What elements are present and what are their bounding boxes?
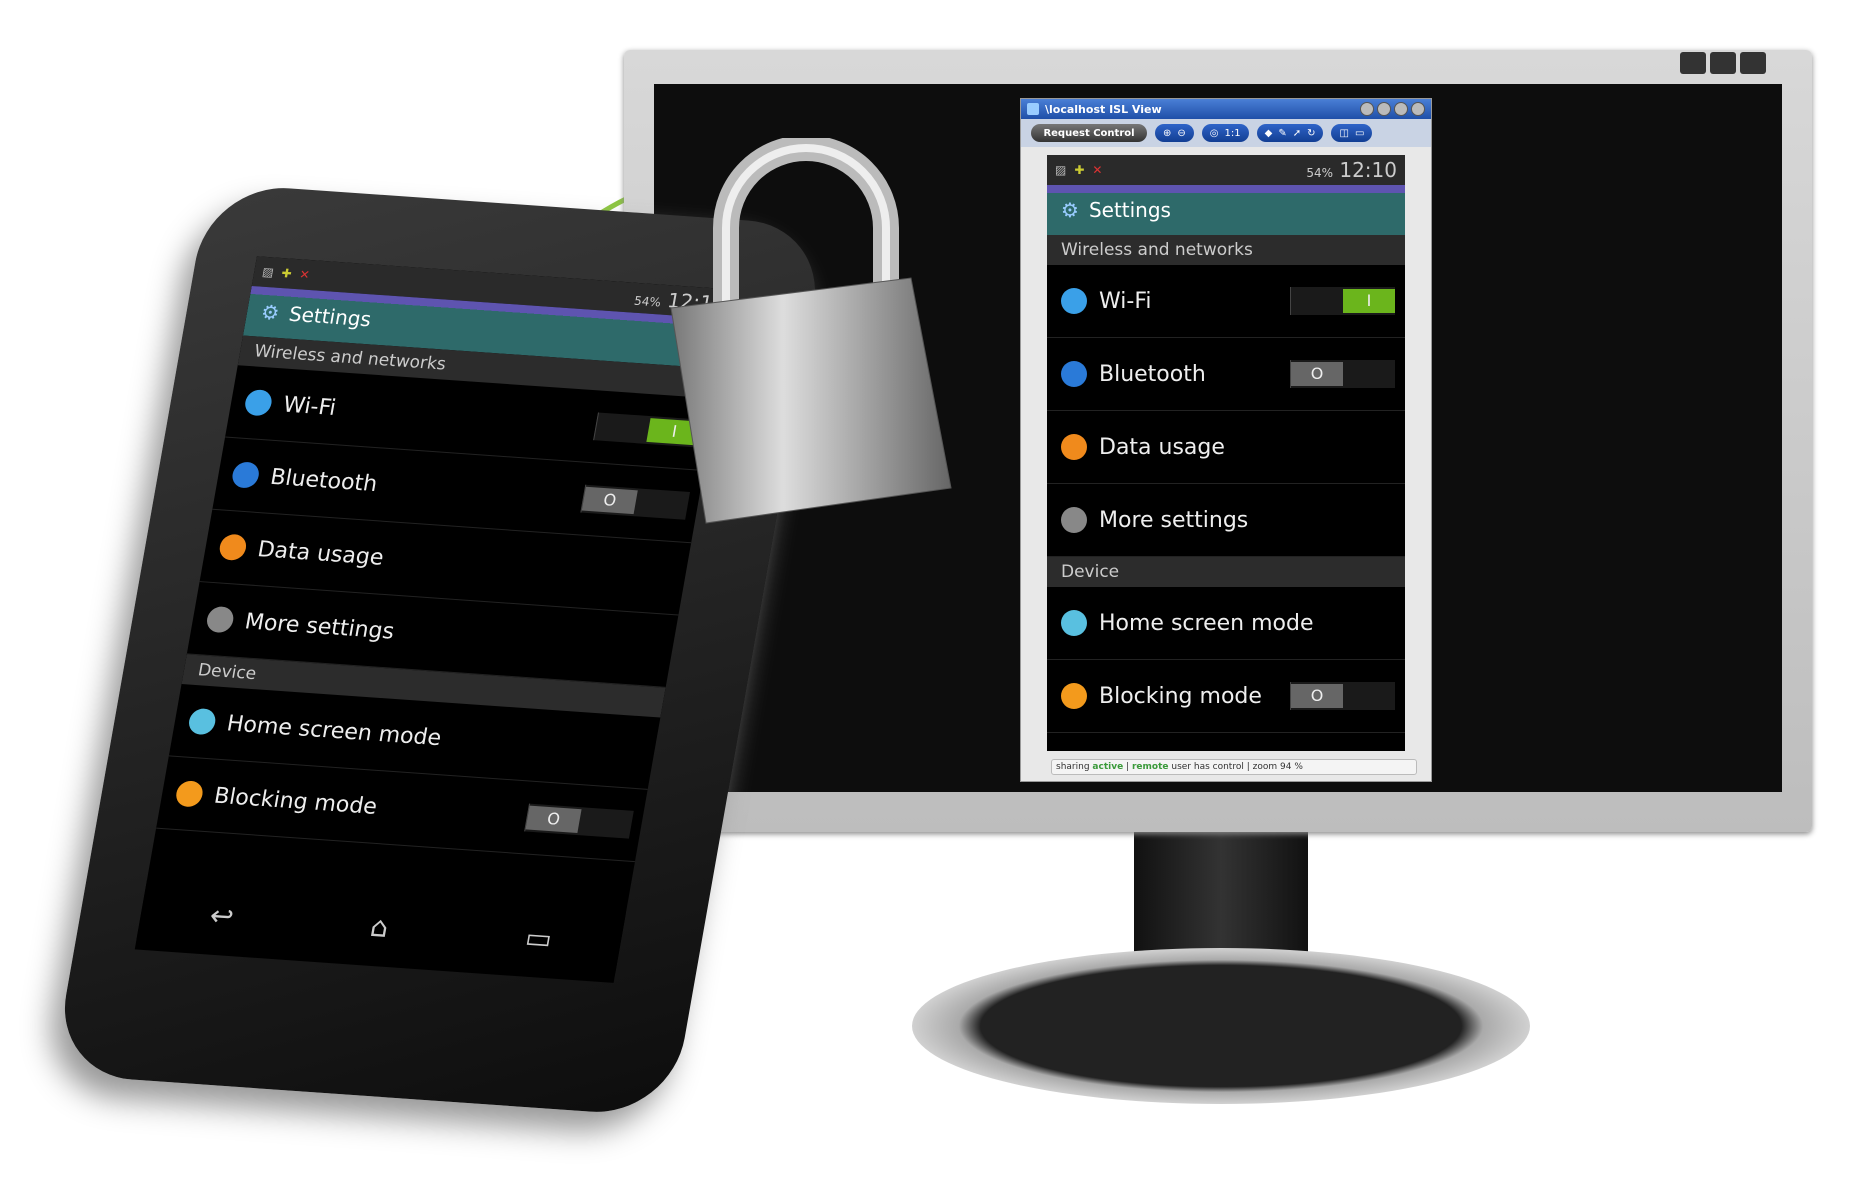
toolbar: Request Control ⊕ ⊖ ◎ 1:1 ◆ ✎ ➚ ↻ ◫ ▭ (1021, 119, 1431, 147)
request-control-button[interactable]: Request Control (1031, 124, 1147, 142)
title-bar: \localhost ISL View (1021, 99, 1431, 119)
data-usage-icon (1061, 434, 1087, 460)
refresh-icon[interactable]: ↻ (1307, 128, 1315, 139)
setting-data-usage[interactable]: Data usage (1047, 411, 1405, 484)
gallery-icon: ▨ (1055, 163, 1067, 177)
setting-bluetooth[interactable]: Bluetooth O (1047, 338, 1405, 411)
setting-label: Data usage (1099, 434, 1225, 460)
setting-label: Data usage (255, 536, 386, 571)
phone-screen: ▨ ✚ ✕ 54% 12:10 ⚙ Settings Wireless and n… (134, 256, 736, 983)
missed-call-icon: ✕ (298, 267, 311, 282)
bluetooth-icon (1061, 361, 1087, 387)
toggle-switch[interactable]: I (1290, 287, 1395, 315)
settings-gear-icon: ⚙ (1061, 198, 1079, 222)
setting-label: Wi-Fi (1099, 288, 1152, 314)
remote-android-screen: ▨ ✚ ✕ 54% 12:10 ⚙ Settings Wireless and n… (1047, 155, 1405, 751)
status-active: active (1092, 762, 1124, 772)
zoom-fit-icon[interactable]: ◎ (1210, 128, 1219, 139)
home-icon[interactable]: ⌂ (368, 910, 391, 944)
status-remote: remote (1131, 762, 1169, 772)
gallery-icon: ▨ (261, 264, 275, 280)
plus-icon: ✚ (1074, 163, 1085, 177)
close-button[interactable] (1411, 102, 1425, 116)
app-icon (1027, 103, 1039, 115)
eraser-icon[interactable]: ◆ (1265, 128, 1273, 139)
settings-gear-icon: ⚙ (259, 299, 282, 325)
setting-label: More settings (242, 608, 397, 645)
setting-label: Home screen mode (224, 710, 444, 751)
status-bar: sharing active | remote user has control… (1051, 759, 1417, 775)
home-icon (186, 707, 218, 736)
back-icon[interactable]: ↩ (207, 898, 236, 932)
monitor-stand-base (912, 948, 1530, 1104)
setting-more-settings[interactable]: More settings (1047, 484, 1405, 557)
padlock-icon (670, 138, 952, 524)
toggle-switch[interactable]: O (524, 803, 634, 839)
blocking-icon (174, 780, 205, 808)
pen-icon[interactable]: ✎ (1278, 128, 1286, 139)
wifi-icon (243, 388, 274, 417)
plus-icon: ✚ (280, 266, 293, 281)
monitor-stand-neck (1134, 832, 1308, 962)
help-button[interactable] (1360, 102, 1374, 116)
battery-text: 54% (632, 293, 663, 310)
section-wireless: Wireless and networks (1047, 235, 1405, 265)
monitor-logos (1680, 52, 1780, 76)
maximize-button[interactable] (1394, 102, 1408, 116)
setting-label: Blocking mode (212, 783, 380, 820)
toggle-knob: O (1291, 684, 1343, 708)
status-sharing: sharing (1056, 762, 1090, 772)
setting-home-screen-mode[interactable]: Home screen mode (1047, 587, 1405, 660)
wifi-icon (1061, 288, 1087, 314)
setting-wi-fi[interactable]: Wi-Fi I (1047, 265, 1405, 338)
toggle-knob: O (1291, 362, 1343, 386)
split-view-icon[interactable]: ◫ (1339, 128, 1348, 139)
setting-blocking-mode[interactable]: Blocking mode O (1047, 660, 1405, 733)
clock: 12:10 (1339, 158, 1397, 182)
status-zoom: zoom 94 % (1252, 762, 1303, 772)
separator: | (1126, 762, 1130, 772)
data-usage-icon (217, 533, 249, 562)
status-control: user has control (1171, 762, 1244, 772)
setting-label: Wi-Fi (281, 392, 338, 421)
toggle-knob: O (525, 805, 582, 834)
toggle-switch[interactable]: O (1290, 360, 1395, 388)
settings-header: ⚙ Settings (1047, 185, 1405, 235)
zoom-out-icon[interactable]: ⊖ (1177, 128, 1185, 139)
setting-label: Home screen mode (1099, 610, 1314, 636)
zoom-in-icon[interactable]: ⊕ (1163, 128, 1171, 139)
home-icon (1061, 610, 1087, 636)
setting-label: Bluetooth (1099, 361, 1206, 387)
setting-label: More settings (1099, 507, 1249, 533)
toggle-knob: O (581, 486, 638, 515)
missed-call-icon: ✕ (1092, 163, 1103, 177)
section-device: Device (1047, 557, 1405, 587)
bluetooth-icon (230, 461, 261, 489)
setting-label: Blocking mode (1099, 683, 1262, 709)
isl-view-window: \localhost ISL View Request Control ⊕ ⊖ ◎… (1020, 98, 1432, 782)
settings-title: Settings (1088, 198, 1171, 222)
android-status-bar: ▨ ✚ ✕ 54% 12:10 (1047, 155, 1405, 185)
separator: | (1246, 762, 1250, 772)
window-title: \localhost ISL View (1045, 102, 1162, 116)
recents-icon[interactable]: ▭ (523, 920, 555, 955)
zoom-1to1-button[interactable]: 1:1 (1225, 128, 1241, 139)
toggle-switch[interactable]: O (1290, 682, 1395, 710)
settings-title: Settings (287, 301, 374, 332)
more-icon (1061, 507, 1087, 533)
toggle-knob: I (1343, 289, 1395, 313)
blocking-icon (1061, 683, 1087, 709)
minimize-button[interactable] (1377, 102, 1391, 116)
pointer-icon[interactable]: ➚ (1293, 128, 1301, 139)
more-icon (204, 605, 236, 634)
setting-label: Bluetooth (268, 464, 380, 497)
fullscreen-icon[interactable]: ▭ (1355, 128, 1364, 139)
battery-text: 54% (1306, 166, 1333, 180)
